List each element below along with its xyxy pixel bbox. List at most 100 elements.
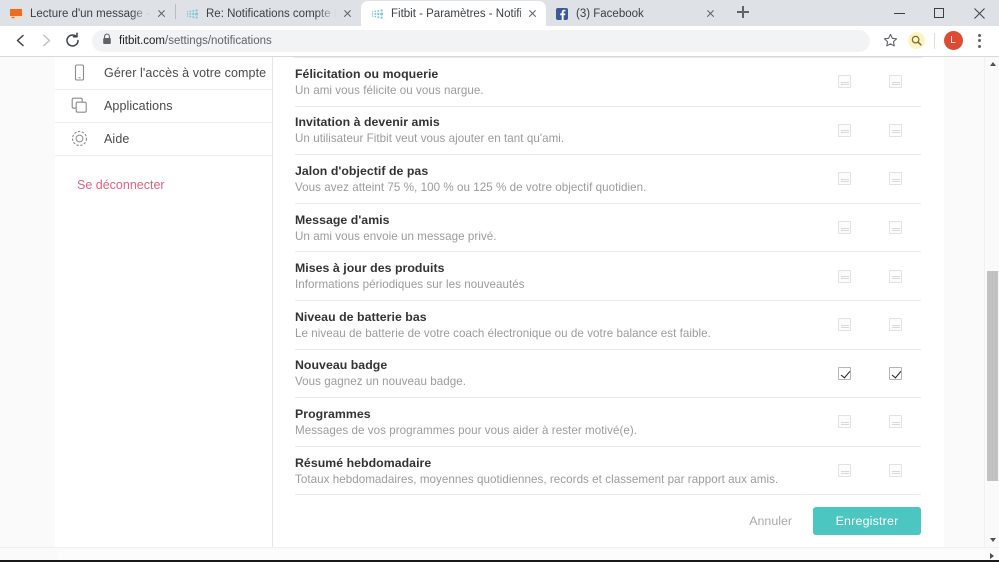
settings-sidebar: Gérer l'accès à votre compte Application… (55, 56, 273, 547)
notification-title: Message d'amis (295, 212, 390, 227)
lock-icon (102, 32, 112, 50)
notification-row: Jalon d'objectif de pas Vous avez attein… (295, 155, 921, 204)
notification-checkbox-cell-1 (819, 464, 870, 478)
notification-checkbox[interactable] (889, 75, 902, 89)
avatar-initial: L (943, 31, 963, 51)
vertical-scrollbar[interactable] (984, 56, 999, 547)
extension-icon[interactable] (904, 29, 928, 53)
tab-title: Fitbit - Paramètres - Notifications (391, 7, 521, 20)
notification-checkbox[interactable] (889, 172, 902, 186)
profile-avatar[interactable]: L (941, 29, 965, 53)
sidebar-item-help[interactable]: Aide (55, 123, 272, 156)
window-close-button[interactable] (959, 0, 999, 26)
vertical-scrollbar-thumb[interactable] (987, 270, 998, 481)
notification-checkbox[interactable] (838, 464, 851, 478)
notification-title: Invitation à devenir amis (295, 115, 440, 130)
notification-checkbox-cell-1 (819, 75, 870, 89)
notification-description: Messages de vos programmes pour vous aid… (295, 423, 638, 437)
notification-row: Nouveau badge Vous gagnez un nouveau bad… (295, 350, 921, 399)
apps-icon (68, 97, 90, 114)
browser-tab-4[interactable]: (3) Facebook (546, 1, 724, 26)
notification-checkbox[interactable] (889, 318, 902, 332)
notification-checkbox-cell-2 (870, 366, 921, 380)
close-icon[interactable] (340, 6, 355, 21)
tab-title: (3) Facebook (576, 7, 644, 20)
notification-row: Niveau de batterie bas Le niveau de batt… (295, 301, 921, 350)
notification-checkbox[interactable] (889, 464, 902, 478)
notification-checkbox-cell-1 (819, 172, 870, 186)
scroll-down-arrow-icon[interactable] (985, 532, 999, 547)
close-icon[interactable] (154, 6, 169, 21)
browser-window: Lecture d'un message - mail Ora (0, 0, 999, 562)
save-button[interactable]: Enregistrer (813, 507, 921, 536)
url-text: fitbit.com/settings/notifications (119, 35, 272, 47)
notification-description: Un ami vous envoie un message privé. (295, 229, 497, 243)
notification-checkbox-cell-2 (870, 318, 921, 332)
fitbit-favicon (185, 7, 199, 21)
notification-checkbox[interactable] (889, 269, 902, 283)
window-minimize-button[interactable] (879, 0, 919, 26)
notification-checkbox[interactable] (838, 123, 851, 137)
notification-checkbox[interactable] (838, 415, 851, 429)
notification-checkbox-checked[interactable] (889, 366, 902, 380)
scroll-up-arrow-icon[interactable] (985, 57, 999, 72)
notification-title: Niveau de batterie bas (295, 309, 427, 324)
notification-description: Un utilisateur Fitbit veut vous ajouter … (295, 132, 565, 146)
notification-row: Message d'amis Un ami vous envoie un mes… (295, 204, 921, 253)
notification-row: Mises à jour des produits Informations p… (295, 252, 921, 301)
bookmark-star-icon[interactable] (878, 29, 902, 53)
notifications-panel: Félicitation ou moquerie Un ami vous fél… (273, 56, 944, 547)
notification-checkbox-cell-1 (819, 221, 870, 235)
window-maximize-button[interactable] (919, 0, 959, 26)
notification-text: Mises à jour des produits Informations p… (295, 260, 819, 292)
device-icon (68, 64, 90, 82)
notification-text: Jalon d'objectif de pas Vous avez attein… (295, 163, 819, 195)
forward-button[interactable] (34, 29, 58, 53)
notification-row: Félicitation ou moquerie Un ami vous fél… (295, 58, 921, 107)
tab-title: Re: Notifications compte Fitbit. - (206, 7, 336, 20)
sidebar-item-applications[interactable]: Applications (55, 90, 272, 123)
close-icon[interactable] (525, 6, 540, 21)
notification-title: Mises à jour des produits (295, 261, 445, 276)
sidebar-item-account-access[interactable]: Gérer l'accès à votre compte (55, 57, 272, 90)
fitbit-settings-page: Gérer l'accès à votre compte Application… (0, 56, 999, 547)
notification-text: Nouveau badge Vous gagnez un nouveau bad… (295, 357, 819, 389)
chrome-menu-button[interactable] (967, 29, 991, 53)
close-icon[interactable] (703, 6, 718, 21)
orange-square-favicon (9, 7, 23, 21)
notification-description: Vous gagnez un nouveau badge. (295, 375, 466, 389)
browser-tab-1[interactable]: Lecture d'un message - mail Ora (0, 1, 175, 26)
notification-checkbox[interactable] (838, 318, 851, 332)
notification-checkbox[interactable] (889, 221, 902, 235)
help-icon (68, 130, 90, 147)
notification-checkbox[interactable] (838, 172, 851, 186)
notification-checkbox-checked[interactable] (838, 366, 851, 380)
back-button[interactable] (8, 29, 32, 53)
logout-link[interactable]: Se déconnecter (55, 156, 272, 192)
notification-checkbox[interactable] (889, 123, 902, 137)
notification-checkbox[interactable] (838, 221, 851, 235)
tab-strip: Lecture d'un message - mail Ora (0, 0, 999, 26)
new-tab-button[interactable] (730, 0, 756, 25)
notification-title: Programmes (295, 406, 371, 421)
cancel-button[interactable]: Annuler (737, 508, 804, 534)
notification-checkbox[interactable] (838, 75, 851, 89)
notification-text: Félicitation ou moquerie Un ami vous fél… (295, 66, 819, 98)
notification-checkbox[interactable] (889, 415, 902, 429)
reload-button[interactable] (60, 29, 84, 53)
notification-checkbox-cell-2 (870, 172, 921, 186)
browser-tab-3-active[interactable]: Fitbit - Paramètres - Notifications (361, 1, 546, 26)
page-viewport: Gérer l'accès à votre compte Application… (0, 55, 999, 547)
toolbar-divider (934, 32, 935, 49)
address-bar[interactable]: fitbit.com/settings/notifications (92, 29, 870, 52)
notification-checkbox[interactable] (838, 269, 851, 283)
notification-checkbox-cell-1 (819, 366, 870, 380)
kebab-icon (969, 31, 989, 51)
notification-text: Niveau de batterie bas Le niveau de batt… (295, 309, 819, 341)
notification-checkbox-cell-2 (870, 221, 921, 235)
browser-tab-2[interactable]: Re: Notifications compte Fitbit. - (176, 1, 361, 26)
notification-checkbox-cell-1 (819, 269, 870, 283)
notification-text: Résumé hebdomadaire Totaux hebdomadaires… (295, 455, 819, 487)
sidebar-item-label: Applications (104, 98, 173, 113)
tab-title: Lecture d'un message - mail Ora (30, 7, 150, 20)
